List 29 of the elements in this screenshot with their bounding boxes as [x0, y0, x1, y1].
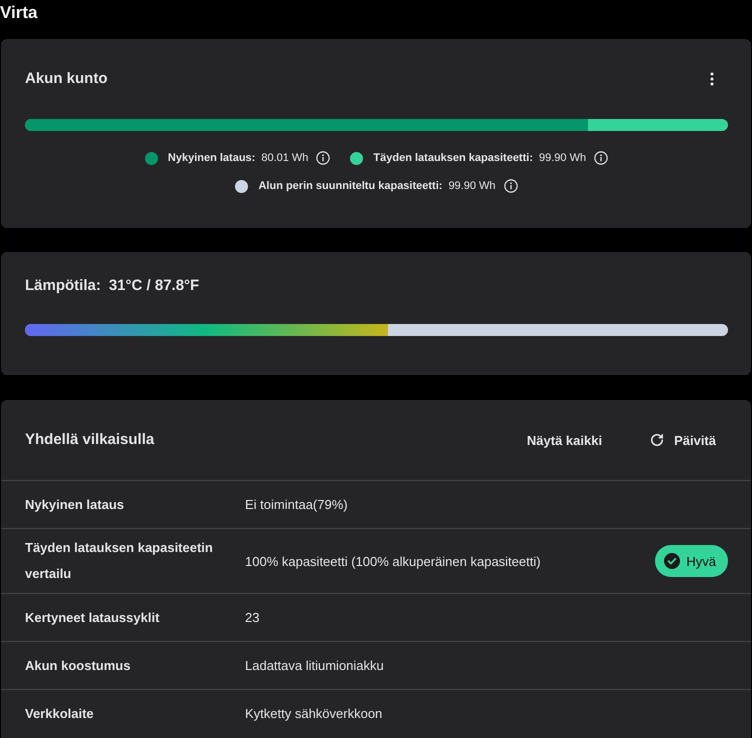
card-title: Yhdellä vilkaisulla — [25, 430, 154, 450]
show-all-button[interactable]: Näytä kaikki — [514, 424, 614, 456]
legend-label: Alun perin suunniteltu kapasiteetti: — [258, 180, 442, 192]
refresh-icon — [650, 433, 664, 447]
row-label: Verkkolaite — [25, 704, 95, 722]
row-label: Nykyinen lataus — [25, 496, 125, 514]
row-value: 23 — [245, 610, 260, 625]
page-title: Virta — [0, 2, 38, 24]
row-value: Ei toimintaa(79%) — [245, 497, 349, 512]
card-title: Akun kunto — [25, 69, 108, 89]
badge-text: Hyvä — [686, 554, 716, 568]
info-icon[interactable] — [316, 151, 330, 165]
check-circle-icon — [664, 553, 680, 569]
legend-value: 99.90 Wh — [538, 152, 586, 164]
refresh-button[interactable]: Päivitä — [638, 424, 728, 456]
row-value: 100% kapasiteetti (100% alkuperäinen kapasiteetti) — [245, 554, 542, 568]
row-label: Täyden latauksen kapasiteetin vertailu — [25, 539, 214, 583]
row-value: Ladattava litiumioniakku — [245, 658, 385, 673]
row-label: Akun koostumus — [25, 656, 132, 674]
info-icon[interactable] — [504, 179, 518, 193]
temperature-label: Lämpötila: — [25, 276, 101, 294]
legend-label: Nykyinen lataus: — [168, 152, 256, 164]
row-label: Kertyneet lataussyklit — [25, 608, 160, 627]
info-icon[interactable] — [594, 151, 608, 165]
legend-value: 99.90 Wh — [448, 180, 496, 192]
temperature-value: 31°C / 87.8°F — [108, 276, 200, 294]
row-value: Kytketty sähköverkkoon — [245, 706, 384, 721]
legend-label: Täyden latauksen kapasiteetti: — [373, 152, 533, 164]
legend-value: 80.01 Wh — [261, 152, 308, 164]
